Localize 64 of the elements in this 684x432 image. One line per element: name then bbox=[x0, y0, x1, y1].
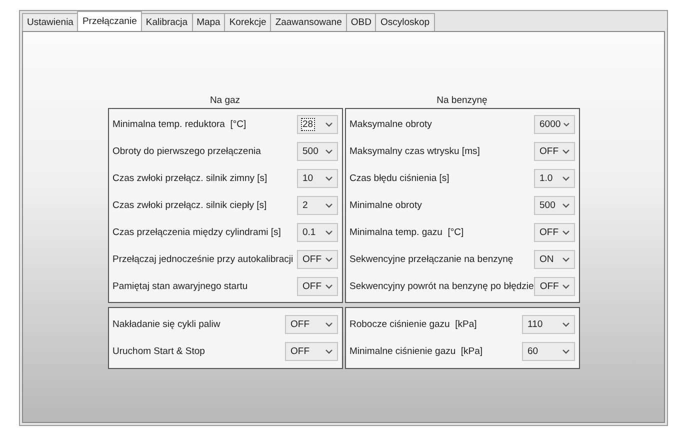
setting-label: Pamiętaj stan awaryjnego startu bbox=[112, 281, 248, 292]
setting-label: Czas zwłoki przełącz. silnik zimny [s] bbox=[112, 173, 268, 184]
tab[interactable]: Ustawienia bbox=[22, 13, 78, 31]
chevron-icon bbox=[562, 203, 570, 208]
chevron-icon bbox=[562, 230, 570, 235]
setting-label: Sekwencyjny powrót na benzynę po błędzie bbox=[350, 281, 534, 292]
chevron-icon bbox=[562, 176, 570, 181]
setting-label: Czas błędu ciśnienia [s] bbox=[350, 173, 450, 184]
setting-label: Obroty do pierwszego przełączenia bbox=[112, 146, 261, 157]
setting-label: Maksymalny czas wtrysku [ms] bbox=[350, 146, 480, 157]
tab[interactable]: Korekcje bbox=[224, 13, 272, 31]
setting-label: Czas przełączenia między cylindrami [s] bbox=[112, 227, 281, 238]
tab[interactable]: OBD bbox=[346, 13, 376, 31]
chevron-icon bbox=[562, 149, 570, 154]
dropdown[interactable]: OFF bbox=[534, 223, 574, 242]
setting-label: Minimalne ciśnienie gazu [kPa] bbox=[350, 346, 483, 357]
chevron-icon bbox=[324, 284, 332, 289]
setting-label: Przełączaj jednocześnie przy autokalibracji bbox=[112, 254, 294, 265]
dropdown[interactable]: 0.1 bbox=[296, 223, 338, 242]
dropdown[interactable]: 110 bbox=[522, 315, 574, 334]
dropdown[interactable]: OFF bbox=[284, 315, 338, 334]
chevron-icon bbox=[562, 349, 570, 354]
setting-label: Sekwencyjne przełączanie na benzynę bbox=[350, 254, 514, 265]
setting-label: Maksymalne obroty bbox=[350, 119, 432, 130]
chevron-icon bbox=[324, 322, 332, 327]
setting-label: Minimalna temp. reduktora [°C] bbox=[112, 119, 246, 130]
dropdown[interactable]: OFF bbox=[296, 277, 338, 296]
setting-label: Minimalne obroty bbox=[350, 200, 422, 211]
dropdown[interactable]: 2 bbox=[296, 196, 338, 215]
dropdown[interactable]: 28 bbox=[296, 115, 338, 134]
chevron-icon bbox=[562, 122, 570, 127]
group-title: Na benzynę bbox=[436, 95, 488, 106]
dropdown[interactable]: 6000 bbox=[534, 115, 574, 134]
dropdown[interactable]: OFF bbox=[534, 142, 574, 161]
group-title: Na gaz bbox=[208, 95, 242, 106]
setting-label: Minimalna temp. gazu [°C] bbox=[350, 227, 464, 238]
chevron-icon bbox=[324, 149, 332, 154]
setting-label: Robocze ciśnienie gazu [kPa] bbox=[350, 319, 477, 330]
chevron-icon bbox=[324, 349, 332, 354]
dropdown[interactable]: ON bbox=[534, 250, 574, 269]
tab[interactable]: Przełączanie bbox=[77, 11, 142, 31]
tab[interactable]: Mapa bbox=[192, 13, 226, 31]
dropdown[interactable]: OFF bbox=[534, 277, 574, 296]
chevron-icon bbox=[324, 176, 332, 181]
tab[interactable]: Zaawansowane bbox=[270, 13, 347, 31]
chevron-icon bbox=[324, 122, 332, 127]
setting-label: Nakładanie się cykli paliw bbox=[112, 319, 220, 330]
dropdown[interactable]: OFF bbox=[284, 342, 338, 361]
chevron-icon bbox=[324, 203, 332, 208]
dropdown[interactable]: OFF bbox=[296, 250, 338, 269]
chevron-icon bbox=[562, 284, 570, 289]
tab[interactable]: Oscyloskop bbox=[375, 13, 435, 31]
dropdown[interactable]: 1.0 bbox=[534, 169, 574, 188]
setting-label: Uruchom Start & Stop bbox=[112, 346, 205, 357]
dropdown[interactable]: 500 bbox=[296, 142, 338, 161]
chevron-icon bbox=[562, 257, 570, 262]
chevron-icon bbox=[324, 230, 332, 235]
dropdown[interactable]: 10 bbox=[296, 169, 338, 188]
setting-label: Czas zwłoki przełącz. silnik ciepły [s] bbox=[112, 200, 267, 211]
dropdown[interactable]: 60 bbox=[522, 342, 574, 361]
chevron-icon bbox=[324, 257, 332, 262]
chevron-icon bbox=[562, 322, 570, 327]
tab[interactable]: Kalibracja bbox=[140, 13, 193, 31]
dropdown[interactable]: 500 bbox=[534, 196, 574, 215]
